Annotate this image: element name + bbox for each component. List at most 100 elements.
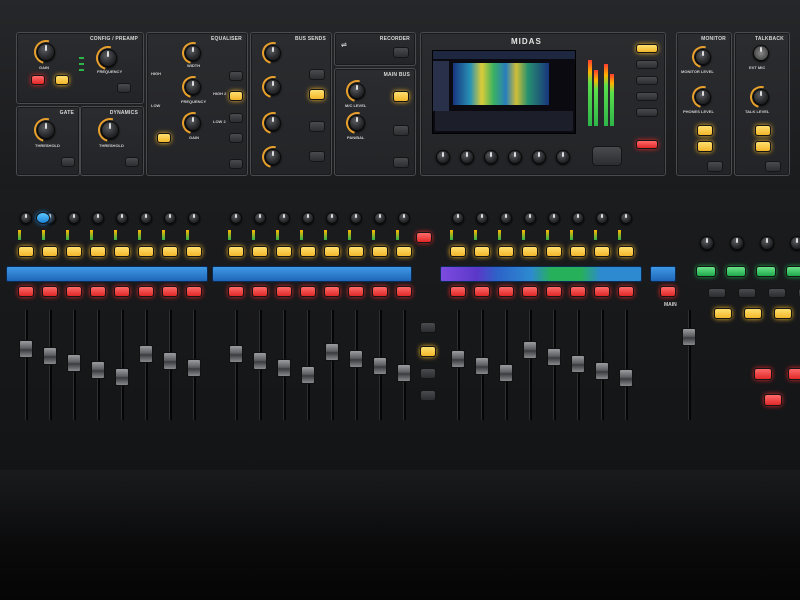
scene-button[interactable] — [754, 368, 772, 380]
bus-send-knob-3[interactable] — [257, 107, 289, 139]
main-bus-button[interactable] — [393, 125, 409, 136]
channel-fader[interactable] — [277, 359, 291, 377]
channel-encoder[interactable] — [140, 212, 152, 224]
main-fader[interactable] — [682, 328, 696, 346]
channel-encoder[interactable] — [92, 212, 104, 224]
assign-button[interactable] — [768, 288, 786, 298]
gate-threshold-knob[interactable] — [29, 113, 63, 147]
screen-side-button[interactable] — [636, 44, 658, 53]
talk-level-knob[interactable] — [745, 81, 777, 113]
channel-fader[interactable] — [139, 345, 153, 363]
channel-encoder[interactable] — [548, 212, 560, 224]
mute-button[interactable] — [276, 286, 292, 297]
channel-encoder[interactable] — [500, 212, 512, 224]
dynamics-threshold-knob[interactable] — [93, 113, 127, 147]
channel-fader[interactable] — [373, 357, 387, 375]
recorder-button[interactable] — [393, 47, 409, 58]
select-button[interactable] — [348, 246, 364, 257]
assign-button[interactable] — [714, 308, 732, 319]
mute-button[interactable] — [348, 286, 364, 297]
main-bus-button[interactable] — [393, 91, 409, 102]
channel-fader[interactable] — [115, 368, 129, 386]
select-button[interactable] — [42, 246, 58, 257]
mute-button[interactable] — [228, 286, 244, 297]
mute-button[interactable] — [186, 286, 202, 297]
select-button[interactable] — [498, 246, 514, 257]
mute-button[interactable] — [618, 286, 634, 297]
bus-send-knob-4[interactable] — [257, 141, 289, 173]
eq-high2-button[interactable] — [229, 91, 243, 101]
eq-band-button[interactable] — [229, 71, 243, 81]
channel-encoder[interactable] — [254, 212, 266, 224]
channel-fader[interactable] — [523, 341, 537, 359]
pan-bal-knob[interactable] — [341, 107, 373, 139]
gate-button[interactable] — [61, 157, 75, 167]
master-yellow-button[interactable] — [420, 346, 436, 357]
assign-button[interactable] — [726, 266, 746, 277]
mute-button[interactable] — [546, 286, 562, 297]
monitor-button[interactable] — [707, 161, 723, 172]
channel-encoder[interactable] — [572, 212, 584, 224]
preamp-red-button[interactable] — [31, 75, 45, 85]
mute-button[interactable] — [18, 286, 34, 297]
bus-send-button[interactable] — [309, 89, 325, 100]
channel-encoder[interactable] — [278, 212, 290, 224]
master-red-button[interactable] — [416, 232, 432, 243]
select-button[interactable] — [396, 246, 412, 257]
channel-encoder[interactable] — [374, 212, 386, 224]
talkback-button[interactable] — [755, 125, 771, 136]
talkback-button[interactable] — [755, 141, 771, 152]
scene-button[interactable] — [788, 368, 800, 380]
master-button[interactable] — [420, 368, 436, 379]
assign-knob[interactable] — [730, 236, 744, 250]
channel-encoder[interactable] — [350, 212, 362, 224]
channel-encoder[interactable] — [398, 212, 410, 224]
channel-encoder[interactable] — [116, 212, 128, 224]
channel-encoder[interactable] — [476, 212, 488, 224]
select-button[interactable] — [546, 246, 562, 257]
eq-band-button[interactable] — [229, 133, 243, 143]
mute-button[interactable] — [324, 286, 340, 297]
channel-blue-button[interactable] — [36, 212, 50, 224]
channel-fader[interactable] — [253, 352, 267, 370]
select-button[interactable] — [450, 246, 466, 257]
channel-fader[interactable] — [475, 357, 489, 375]
monitor-button[interactable] — [697, 125, 713, 136]
mute-button[interactable] — [396, 286, 412, 297]
screen-side-button[interactable] — [636, 108, 658, 117]
select-button[interactable] — [594, 246, 610, 257]
mute-button[interactable] — [450, 286, 466, 297]
mute-button[interactable] — [42, 286, 58, 297]
select-button[interactable] — [228, 246, 244, 257]
channel-encoder[interactable] — [188, 212, 200, 224]
channel-fader[interactable] — [91, 361, 105, 379]
select-button[interactable] — [252, 246, 268, 257]
assign-knob[interactable] — [700, 236, 714, 250]
channel-fader[interactable] — [349, 350, 363, 368]
select-button[interactable] — [114, 246, 130, 257]
select-strip[interactable] — [6, 266, 208, 282]
select-button[interactable] — [324, 246, 340, 257]
channel-encoder[interactable] — [164, 212, 176, 224]
assign-button[interactable] — [708, 288, 726, 298]
screen-encoder[interactable] — [484, 150, 498, 164]
channel-fader[interactable] — [43, 347, 57, 365]
mute-button[interactable] — [498, 286, 514, 297]
select-button[interactable] — [522, 246, 538, 257]
assign-button[interactable] — [786, 266, 800, 277]
channel-fader[interactable] — [451, 350, 465, 368]
select-button[interactable] — [300, 246, 316, 257]
mute-button[interactable] — [114, 286, 130, 297]
assign-button[interactable] — [696, 266, 716, 277]
channel-fader[interactable] — [547, 348, 561, 366]
mute-button[interactable] — [66, 286, 82, 297]
select-button[interactable] — [474, 246, 490, 257]
channel-fader[interactable] — [325, 343, 339, 361]
assign-button[interactable] — [738, 288, 756, 298]
mute-button[interactable] — [594, 286, 610, 297]
screen-side-button[interactable] — [636, 76, 658, 85]
select-button[interactable] — [66, 246, 82, 257]
channel-fader[interactable] — [187, 359, 201, 377]
channel-fader[interactable] — [571, 355, 585, 373]
mute-button[interactable] — [474, 286, 490, 297]
